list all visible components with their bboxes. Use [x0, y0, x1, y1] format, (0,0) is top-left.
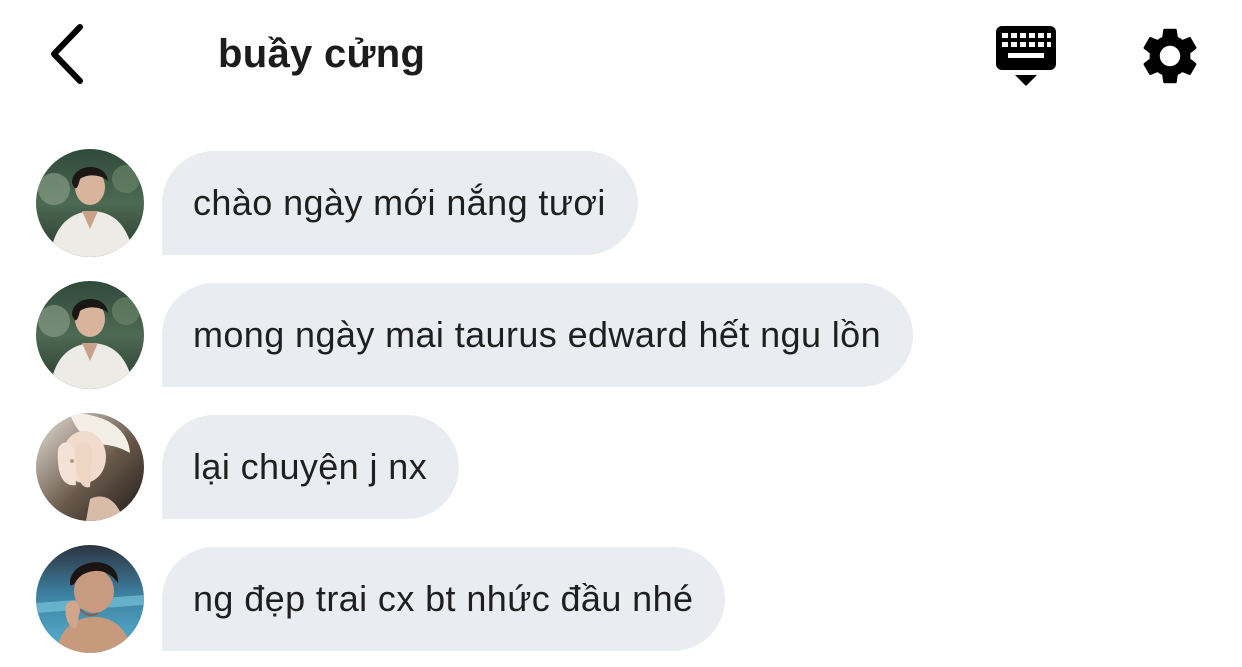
- message-bubble[interactable]: ng đẹp trai cx bt nhức đầu nhé: [162, 547, 726, 651]
- message-row: mong ngày mai taurus edward hết ngu lồn: [36, 281, 914, 389]
- message-bubble[interactable]: lại chuyện j nx: [162, 415, 460, 519]
- avatar[interactable]: [36, 281, 144, 389]
- avatar-man-pool-icon: [36, 545, 144, 653]
- avatar-man-white-shirt-icon: [36, 281, 144, 389]
- avatar-man-white-shirt-icon: [36, 149, 144, 257]
- message-row: ng đẹp trai cx bt nhức đầu nhé: [36, 545, 726, 653]
- avatar[interactable]: [36, 545, 144, 653]
- message-list: chào ngày mới nắng tươi mong ngày mai ta…: [0, 0, 1242, 667]
- avatar[interactable]: [36, 413, 144, 521]
- message-bubble[interactable]: chào ngày mới nắng tươi: [162, 151, 638, 255]
- message-row: lại chuyện j nx: [36, 413, 460, 521]
- avatar-blonde-hands-face-icon: [36, 413, 144, 521]
- message-row: chào ngày mới nắng tươi: [36, 149, 638, 257]
- message-bubble[interactable]: mong ngày mai taurus edward hết ngu lồn: [162, 283, 914, 387]
- avatar[interactable]: [36, 149, 144, 257]
